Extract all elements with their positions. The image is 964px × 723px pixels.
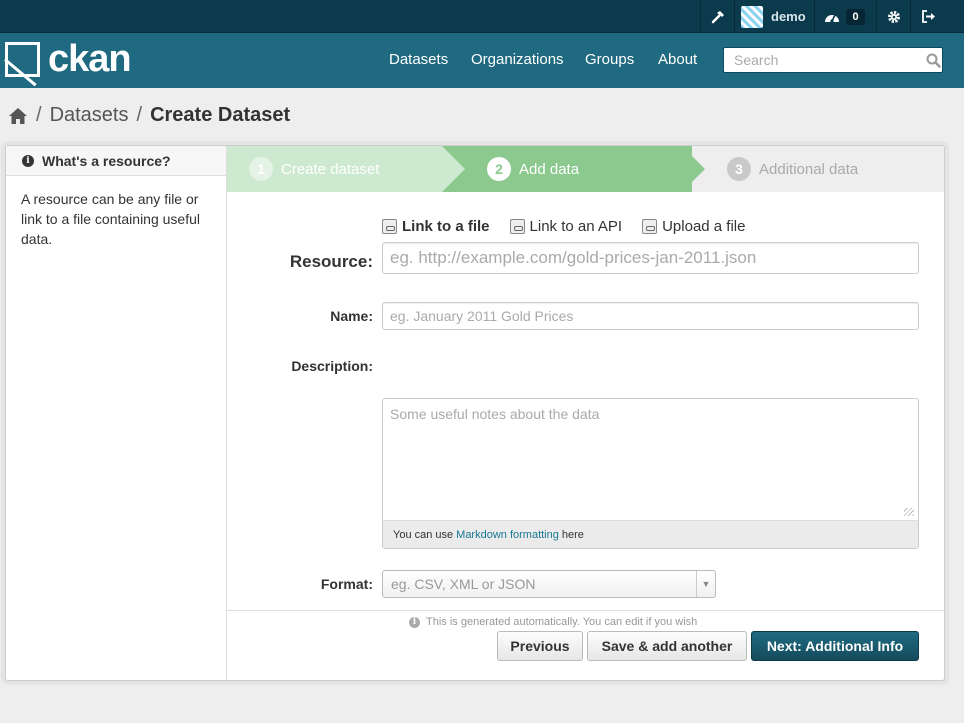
- logo-mark-icon: [5, 42, 40, 77]
- dashboard-icon: [825, 14, 840, 23]
- chevron-down-icon[interactable]: ▼: [696, 571, 715, 597]
- stage-arrow: [682, 146, 705, 192]
- dashboard-link[interactable]: 0: [814, 0, 874, 33]
- description-field: You can use Markdown formatting here: [382, 398, 919, 549]
- tab-label: Upload a file: [662, 218, 746, 235]
- user-profile-link[interactable]: demo: [734, 0, 814, 33]
- search-icon: [926, 53, 941, 68]
- logout-icon: [921, 10, 935, 23]
- dashboard-count-badge: 0: [846, 8, 865, 25]
- hammer-icon: [711, 10, 724, 23]
- resource-url-input[interactable]: [382, 242, 919, 274]
- stage-label: Create dataset: [281, 160, 380, 178]
- stage-label: Additional data: [759, 160, 859, 178]
- name-label: Name:: [330, 308, 373, 324]
- markdown-link[interactable]: Markdown formatting: [456, 529, 559, 541]
- site-search: [723, 47, 943, 73]
- resource-form: Link to a file Link to an API Upload a f…: [227, 192, 944, 680]
- format-label: Format:: [320, 576, 373, 592]
- help-sidebar-title: What's a resource?: [42, 152, 171, 169]
- stage-number: 2: [487, 157, 511, 181]
- home-icon[interactable]: [8, 107, 28, 125]
- avatar: [741, 5, 763, 28]
- form-actions: Previous Save & add another Next: Additi…: [227, 610, 944, 680]
- search-input[interactable]: [724, 48, 925, 72]
- tab-link-file[interactable]: Link to a file: [382, 218, 490, 235]
- markdown-help-suffix: here: [561, 528, 584, 541]
- settings-link[interactable]: [876, 0, 910, 33]
- format-select[interactable]: eg. CSV, XML or JSON ▼: [382, 570, 716, 598]
- breadcrumb-separator: /: [36, 104, 42, 126]
- stage-add-data[interactable]: 2 Add data: [442, 146, 692, 192]
- tab-label: Link to an API: [529, 218, 623, 235]
- name-input[interactable]: [382, 302, 919, 330]
- resize-handle[interactable]: [904, 508, 914, 516]
- help-sidebar: i What's a resource? A resource can be a…: [6, 146, 227, 680]
- nav-groups[interactable]: Groups: [585, 51, 634, 68]
- upload-icon: [642, 219, 658, 234]
- nav-organizations[interactable]: Organizations: [471, 51, 564, 68]
- breadcrumb: / Datasets / Create Dataset: [8, 104, 290, 127]
- markdown-help-prefix: You can use: [393, 528, 454, 541]
- gear-icon: [887, 10, 900, 23]
- save-add-another-button[interactable]: Save & add another: [587, 631, 747, 661]
- masthead: ckan Datasets Organizations Groups About: [0, 33, 964, 88]
- breadcrumb-separator: /: [136, 104, 143, 126]
- tab-label: Link to a file: [402, 218, 490, 235]
- ckan-logo[interactable]: ckan: [5, 38, 132, 80]
- help-sidebar-header: i What's a resource?: [6, 146, 226, 176]
- help-sidebar-text: A resource can be any file or link to a …: [21, 191, 200, 247]
- info-icon: i: [22, 154, 34, 167]
- resource-type-tabs: Link to a file Link to an API Upload a f…: [382, 218, 745, 235]
- description-textarea[interactable]: [383, 399, 918, 520]
- username: demo: [771, 9, 806, 24]
- stage-progress: 1 Create dataset 2 Add data 3 Additional…: [227, 146, 944, 192]
- sysadmin-link[interactable]: [700, 0, 734, 33]
- link-icon: [382, 219, 397, 234]
- stage-number: 1: [249, 157, 273, 181]
- markdown-help: You can use Markdown formatting here: [383, 520, 918, 548]
- next-button[interactable]: Next: Additional Info: [751, 631, 919, 661]
- format-placeholder: eg. CSV, XML or JSON: [391, 576, 536, 592]
- stage-arrow: [442, 146, 465, 192]
- account-bar: demo 0: [0, 0, 964, 33]
- tab-upload-file[interactable]: Upload a file: [642, 218, 745, 235]
- api-icon: [509, 219, 525, 234]
- stage-create-dataset[interactable]: 1 Create dataset: [227, 146, 467, 192]
- tab-link-api[interactable]: Link to an API: [509, 218, 623, 235]
- main-panel: i What's a resource? A resource can be a…: [5, 145, 945, 681]
- search-button[interactable]: [925, 48, 942, 72]
- nav-datasets[interactable]: Datasets: [389, 51, 448, 68]
- stage-additional-data[interactable]: 3 Additional data: [705, 146, 944, 192]
- logout-link[interactable]: [910, 0, 946, 33]
- logo-text: ckan: [48, 38, 132, 80]
- stage-number: 3: [727, 157, 751, 181]
- description-label: Description:: [291, 358, 373, 374]
- resource-label: Resource:: [289, 252, 373, 271]
- breadcrumb-datasets[interactable]: Datasets: [50, 104, 129, 127]
- breadcrumb-current[interactable]: Create Dataset: [150, 104, 290, 127]
- stage-label: Add data: [519, 160, 580, 178]
- nav-about[interactable]: About: [658, 51, 697, 68]
- previous-button[interactable]: Previous: [497, 631, 583, 661]
